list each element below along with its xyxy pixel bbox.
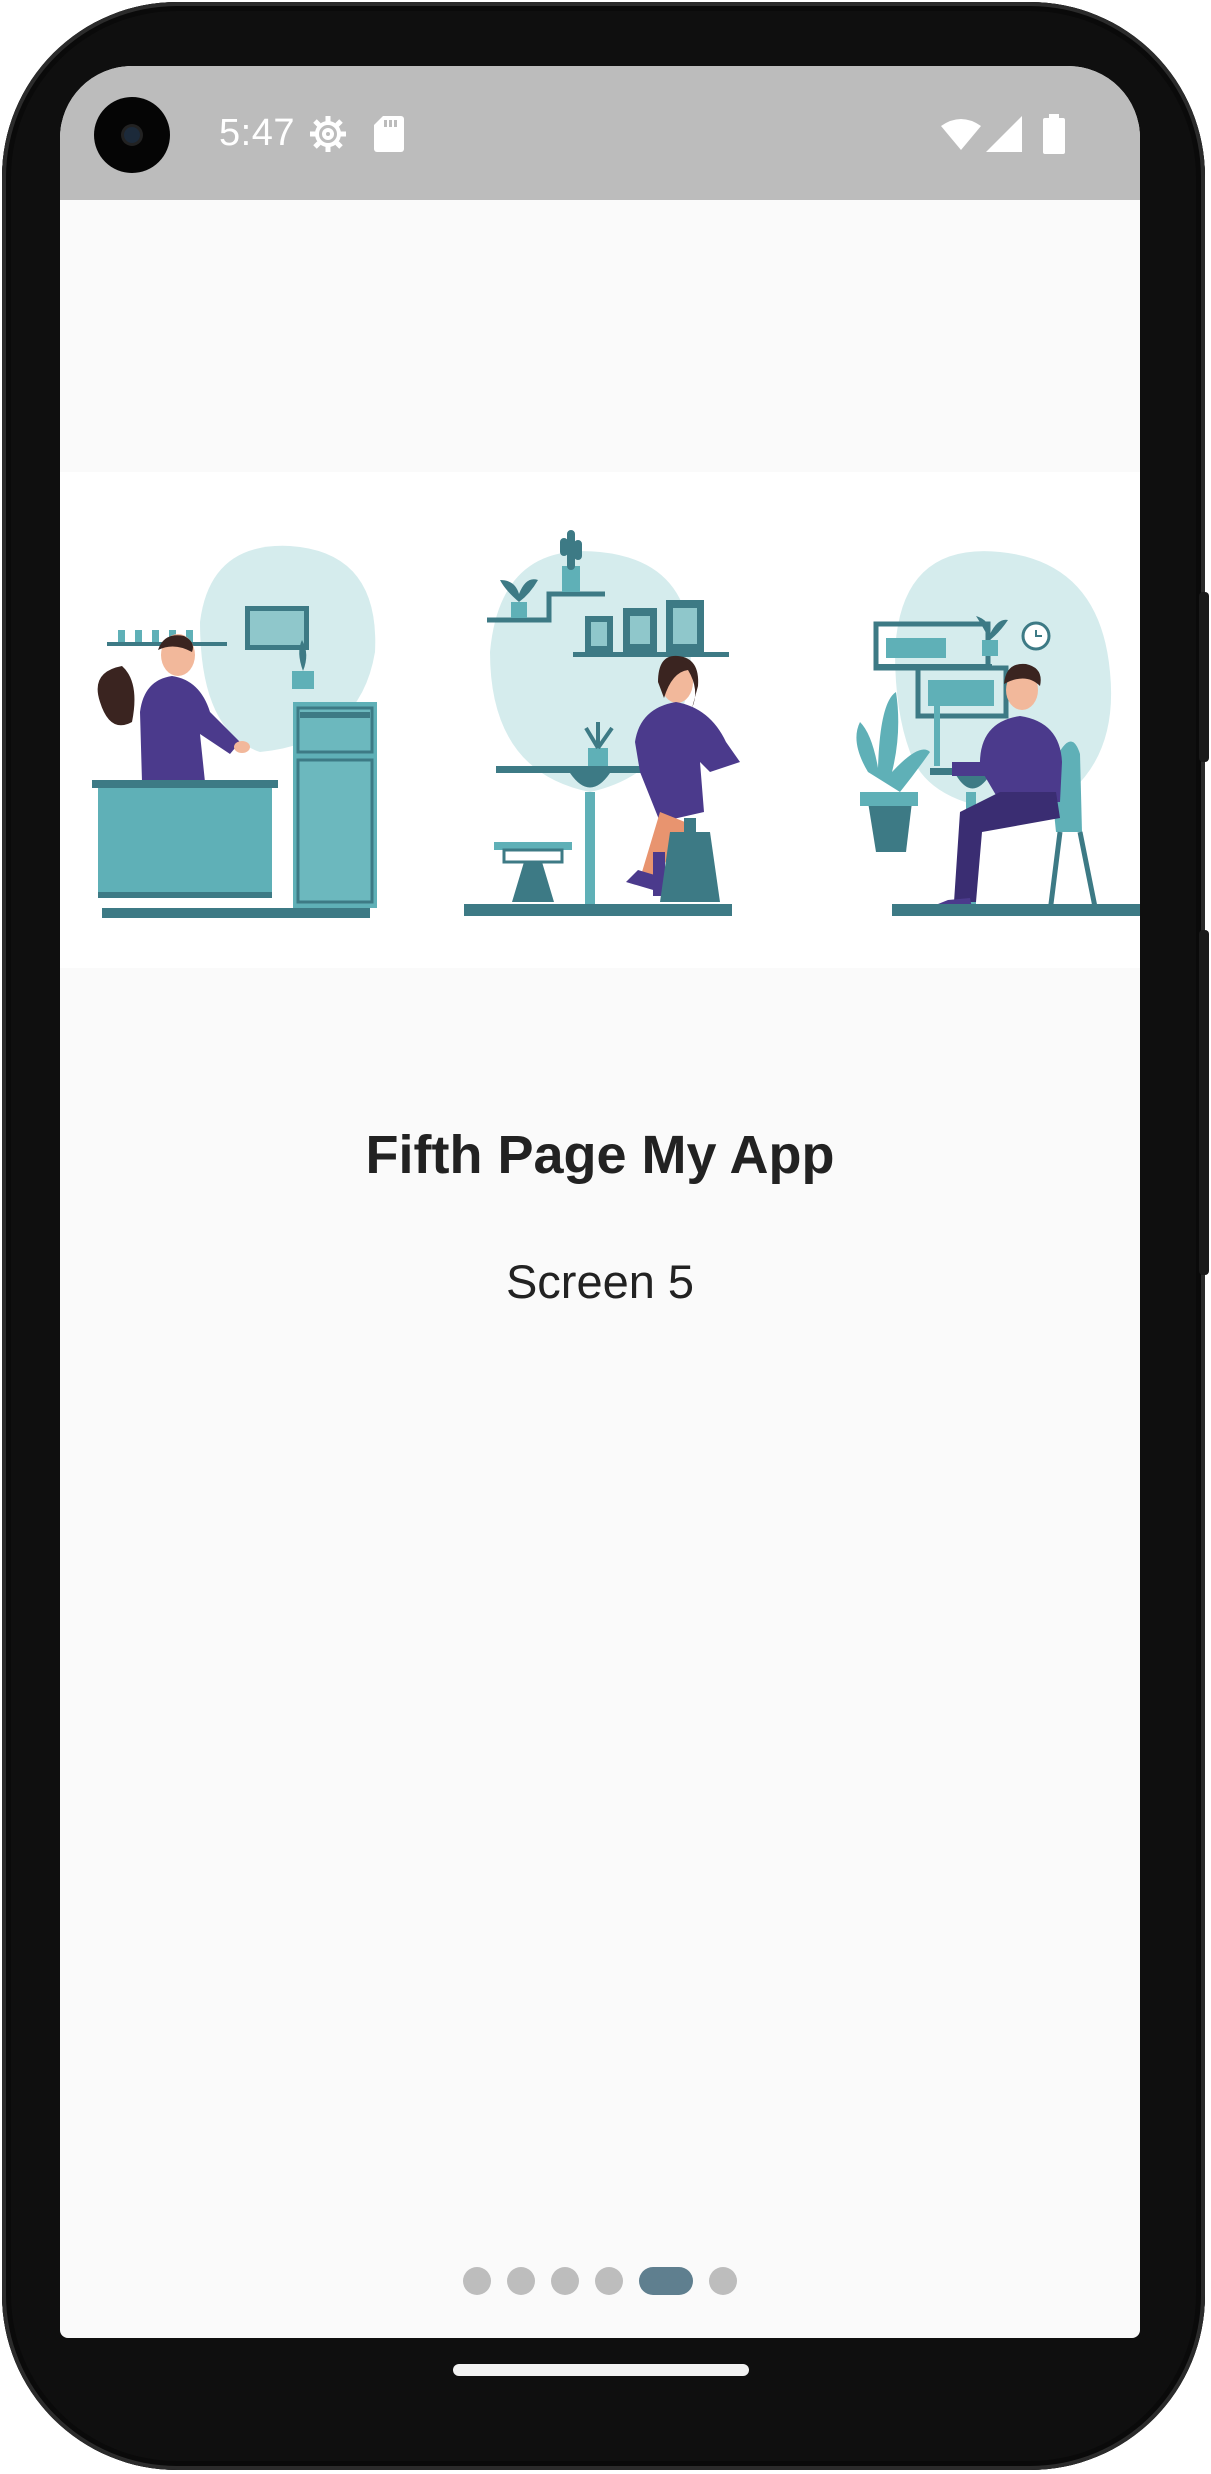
wifi-icon (941, 119, 981, 150)
app-screen: 5:47 Fifth Page My App Screen 5 (60, 66, 1140, 2338)
page-dot[interactable] (551, 2267, 579, 2295)
page-title: Fifth Page My App (365, 1125, 835, 1185)
battery-icon (1043, 114, 1065, 154)
settings-icon (310, 116, 346, 152)
page-subtitle: Screen 5 (505, 1255, 695, 1308)
front-camera (94, 97, 170, 173)
page-dot[interactable] (595, 2267, 623, 2295)
page-dot-active[interactable] (639, 2267, 693, 2295)
camera-lens (124, 127, 140, 143)
phone-device: 5:47 Fifth Page My App Screen 5 (0, 0, 1211, 2474)
volume-button (1199, 930, 1209, 1275)
power-button (1199, 592, 1209, 762)
home-indicator[interactable] (453, 2364, 749, 2376)
onboarding-illustration (60, 472, 1140, 968)
page-indicator[interactable] (60, 2266, 1140, 2296)
page-dot[interactable] (463, 2267, 491, 2295)
page-dot[interactable] (709, 2267, 737, 2295)
cellular-signal-icon (986, 116, 1022, 152)
status-bar: 5:47 (60, 66, 1140, 200)
sd-card-icon (374, 116, 404, 152)
page-dot[interactable] (507, 2267, 535, 2295)
status-time: 5:47 (219, 112, 295, 154)
